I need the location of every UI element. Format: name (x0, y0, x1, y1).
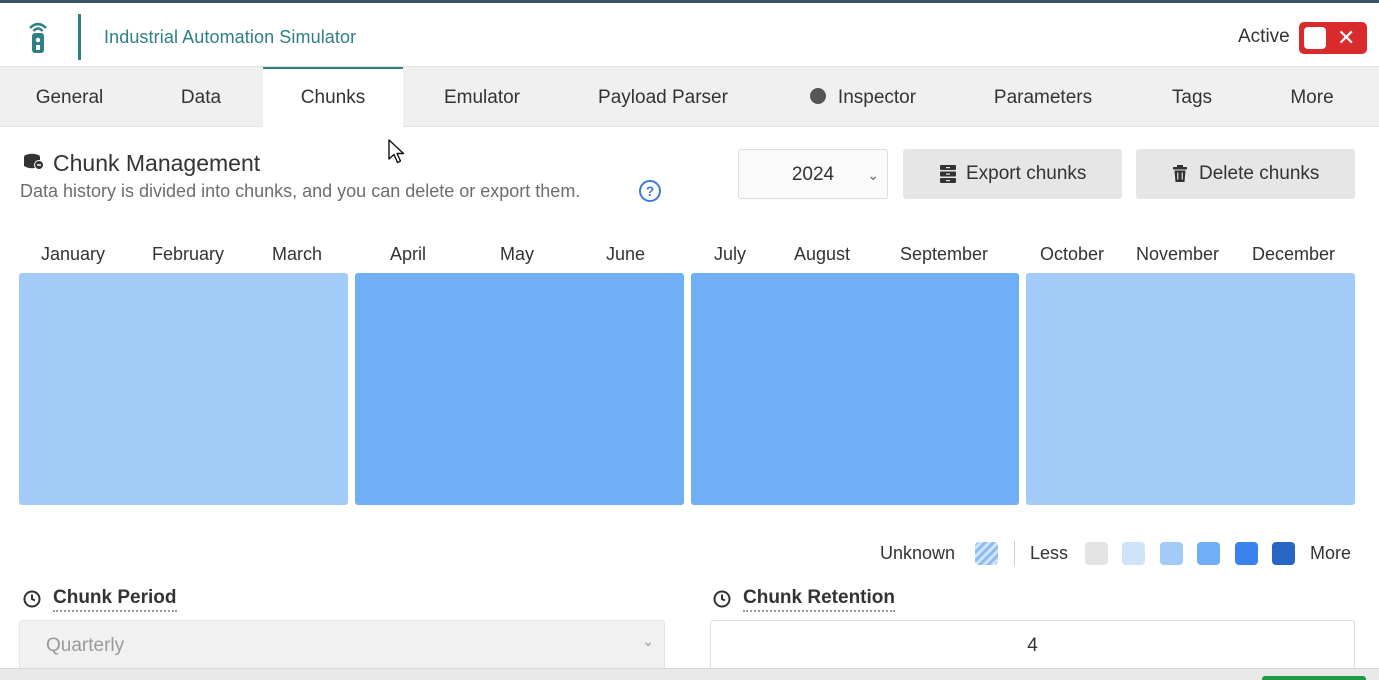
legend-swatch (1160, 542, 1183, 565)
delete-chunks-button[interactable]: Delete chunks (1136, 149, 1355, 199)
month-label: September (900, 244, 989, 264)
tab-more[interactable]: More (1259, 67, 1365, 127)
toggle-knob (1304, 27, 1326, 49)
month-label: July (714, 244, 747, 264)
chunk-period-value: Quarterly (46, 635, 125, 656)
legend-swatch (1085, 542, 1108, 565)
tab-emulator[interactable]: Emulator (403, 67, 561, 127)
logo-divider (78, 14, 81, 60)
legend-unknown-label: Unknown (880, 543, 956, 563)
tab-inspector-label: Inspector (837, 87, 917, 108)
year-select[interactable]: 2024 ⌄ (738, 149, 888, 199)
month-label: October (1040, 244, 1105, 264)
close-icon: ✕ (1337, 25, 1356, 50)
help-icon[interactable]: ? (639, 180, 661, 202)
trash-icon (1173, 165, 1187, 182)
app-header: Industrial Automation Simulator Active ✕ (0, 6, 1379, 67)
database-icon (24, 153, 44, 170)
chunk-retention-input[interactable]: 4 (710, 620, 1355, 670)
chunk-period-label: Chunk Period (53, 587, 177, 612)
legend-unknown-swatch (975, 542, 998, 565)
legend-swatch (1235, 542, 1258, 565)
month-label: November (1136, 244, 1220, 264)
delete-chunks-label: Delete chunks (1199, 163, 1320, 184)
clock-icon (23, 590, 41, 608)
active-toggle[interactable]: ✕ (1299, 22, 1367, 54)
tab-bar: General Data Chunks Emulator Payload Par… (0, 67, 1379, 128)
chunk-retention-label: Chunk Retention (743, 587, 895, 612)
tab-general[interactable]: General (0, 67, 139, 127)
month-label: February (152, 244, 225, 264)
legend-more-label: More (1310, 543, 1352, 563)
month-label: March (272, 244, 323, 264)
tab-inspector[interactable]: Inspector (765, 67, 961, 127)
section-subtitle: Data history is divided into chunks, and… (20, 181, 581, 201)
mouse-cursor-icon (388, 139, 405, 164)
legend-swatch (1272, 542, 1295, 565)
chevron-down-icon: ⌄ (867, 167, 879, 183)
tab-data[interactable]: Data (139, 67, 263, 127)
archive-icon (940, 165, 956, 183)
tab-chunks[interactable]: Chunks (263, 67, 403, 128)
clock-icon (713, 590, 731, 608)
chevron-down-icon: ⌄ (642, 633, 654, 649)
legend-divider (1014, 541, 1015, 566)
bottom-bar (0, 668, 1379, 680)
legend-less-label: Less (1030, 543, 1069, 563)
month-label: December (1252, 244, 1336, 264)
year-value: 2024 (791, 164, 835, 185)
chunk-period-select[interactable]: Quarterly ⌄ (19, 620, 665, 670)
export-chunks-button[interactable]: Export chunks (903, 149, 1122, 199)
chunk-block-q2[interactable] (355, 273, 684, 505)
active-label: Active (1238, 26, 1290, 47)
legend-swatch (1122, 542, 1145, 565)
tab-payload-parser[interactable]: Payload Parser (561, 67, 765, 127)
month-label: August (794, 244, 851, 264)
section-title: Chunk Management (53, 150, 261, 176)
app-window: Industrial Automation Simulator Active ✕… (0, 0, 1379, 680)
remote-signal-icon (29, 22, 47, 53)
legend-swatch (1197, 542, 1220, 565)
status-dot-icon (809, 88, 826, 104)
month-label: June (606, 244, 646, 264)
app-title: Industrial Automation Simulator (104, 27, 357, 47)
chunk-block-q3[interactable] (691, 273, 1019, 505)
export-chunks-label: Export chunks (966, 163, 1087, 184)
month-label: January (41, 244, 106, 264)
month-label: May (500, 244, 535, 264)
tab-tags[interactable]: Tags (1125, 67, 1259, 127)
chunk-retention-value: 4 (1027, 635, 1038, 656)
tab-parameters[interactable]: Parameters (961, 67, 1125, 127)
month-label: April (390, 244, 427, 264)
chunk-block-q1[interactable] (19, 273, 348, 505)
chunk-block-q4[interactable] (1026, 273, 1355, 505)
